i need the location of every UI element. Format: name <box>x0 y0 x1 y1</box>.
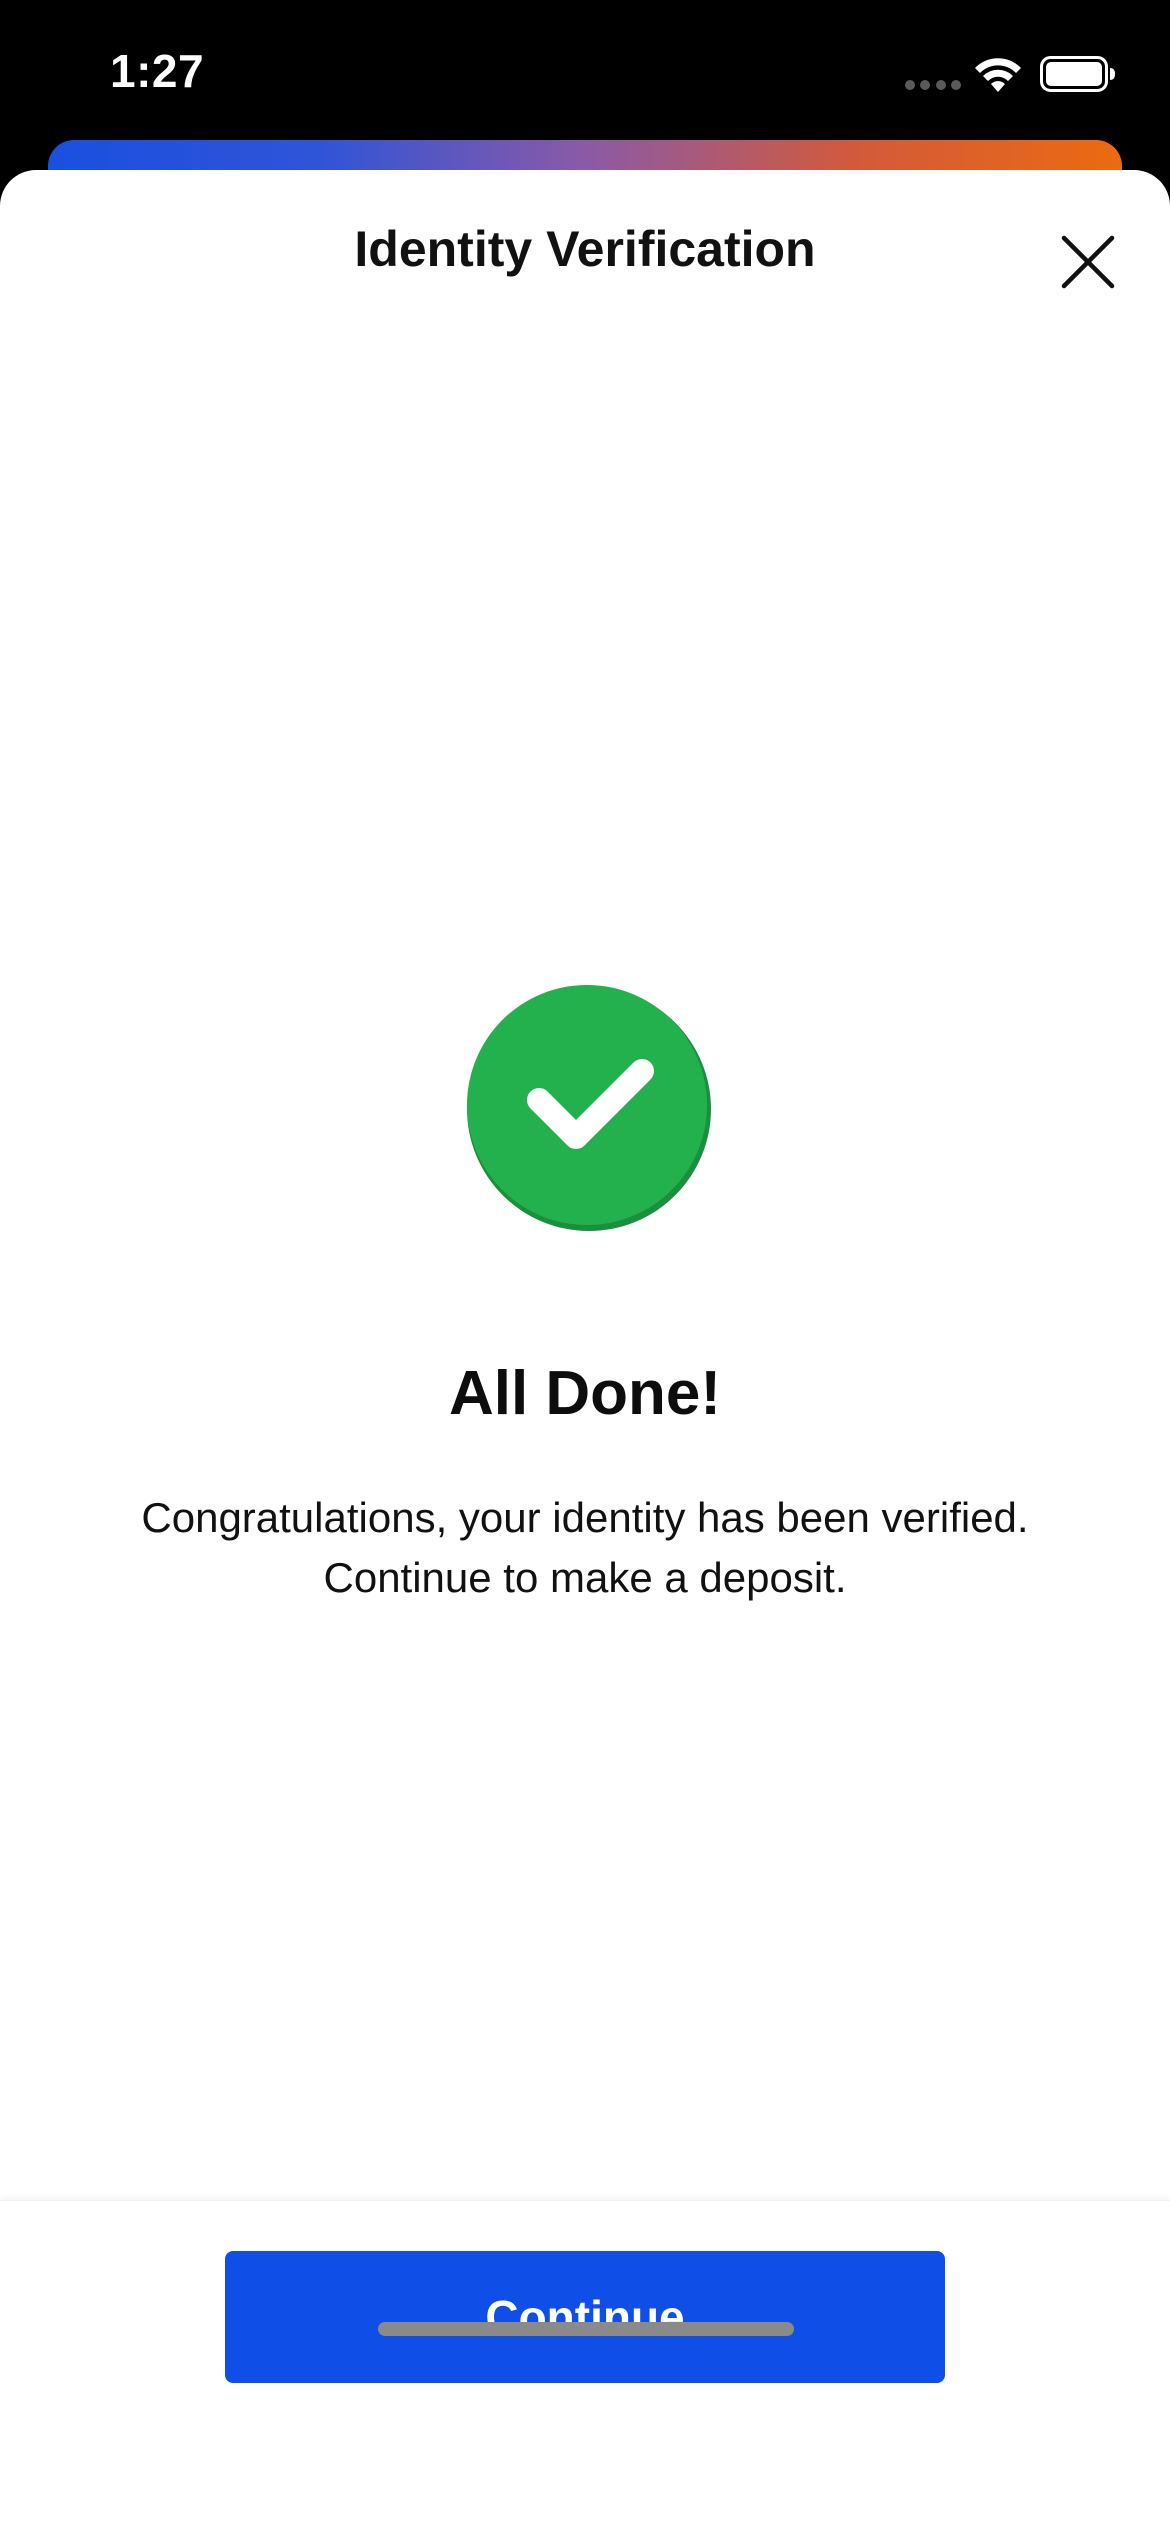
sheet-title: Identity Verification <box>354 221 816 277</box>
success-heading: All Done! <box>448 1359 722 1428</box>
footer-bar: Continue <box>0 2200 1170 2532</box>
home-indicator[interactable] <box>378 2322 794 2336</box>
close-button[interactable] <box>1048 222 1128 302</box>
wifi-icon <box>975 58 1021 92</box>
success-message-line-1: Congratulations, your identity has been … <box>141 1494 1029 1541</box>
battery-icon <box>1040 56 1115 92</box>
success-message-line-2: Continue to make a deposit. <box>323 1554 847 1601</box>
success-message: Congratulations, your identity has been … <box>60 1488 1110 1608</box>
check-circle-icon <box>467 985 711 1231</box>
continue-button[interactable]: Continue <box>225 2251 945 2383</box>
identity-verification-sheet: Identity Verification All Done! Congratu… <box>0 170 1170 2532</box>
status-bar: 1:27 <box>0 0 1170 140</box>
close-icon <box>1061 235 1115 289</box>
status-time: 1:27 <box>110 45 205 97</box>
cellular-dots-icon <box>905 80 961 92</box>
